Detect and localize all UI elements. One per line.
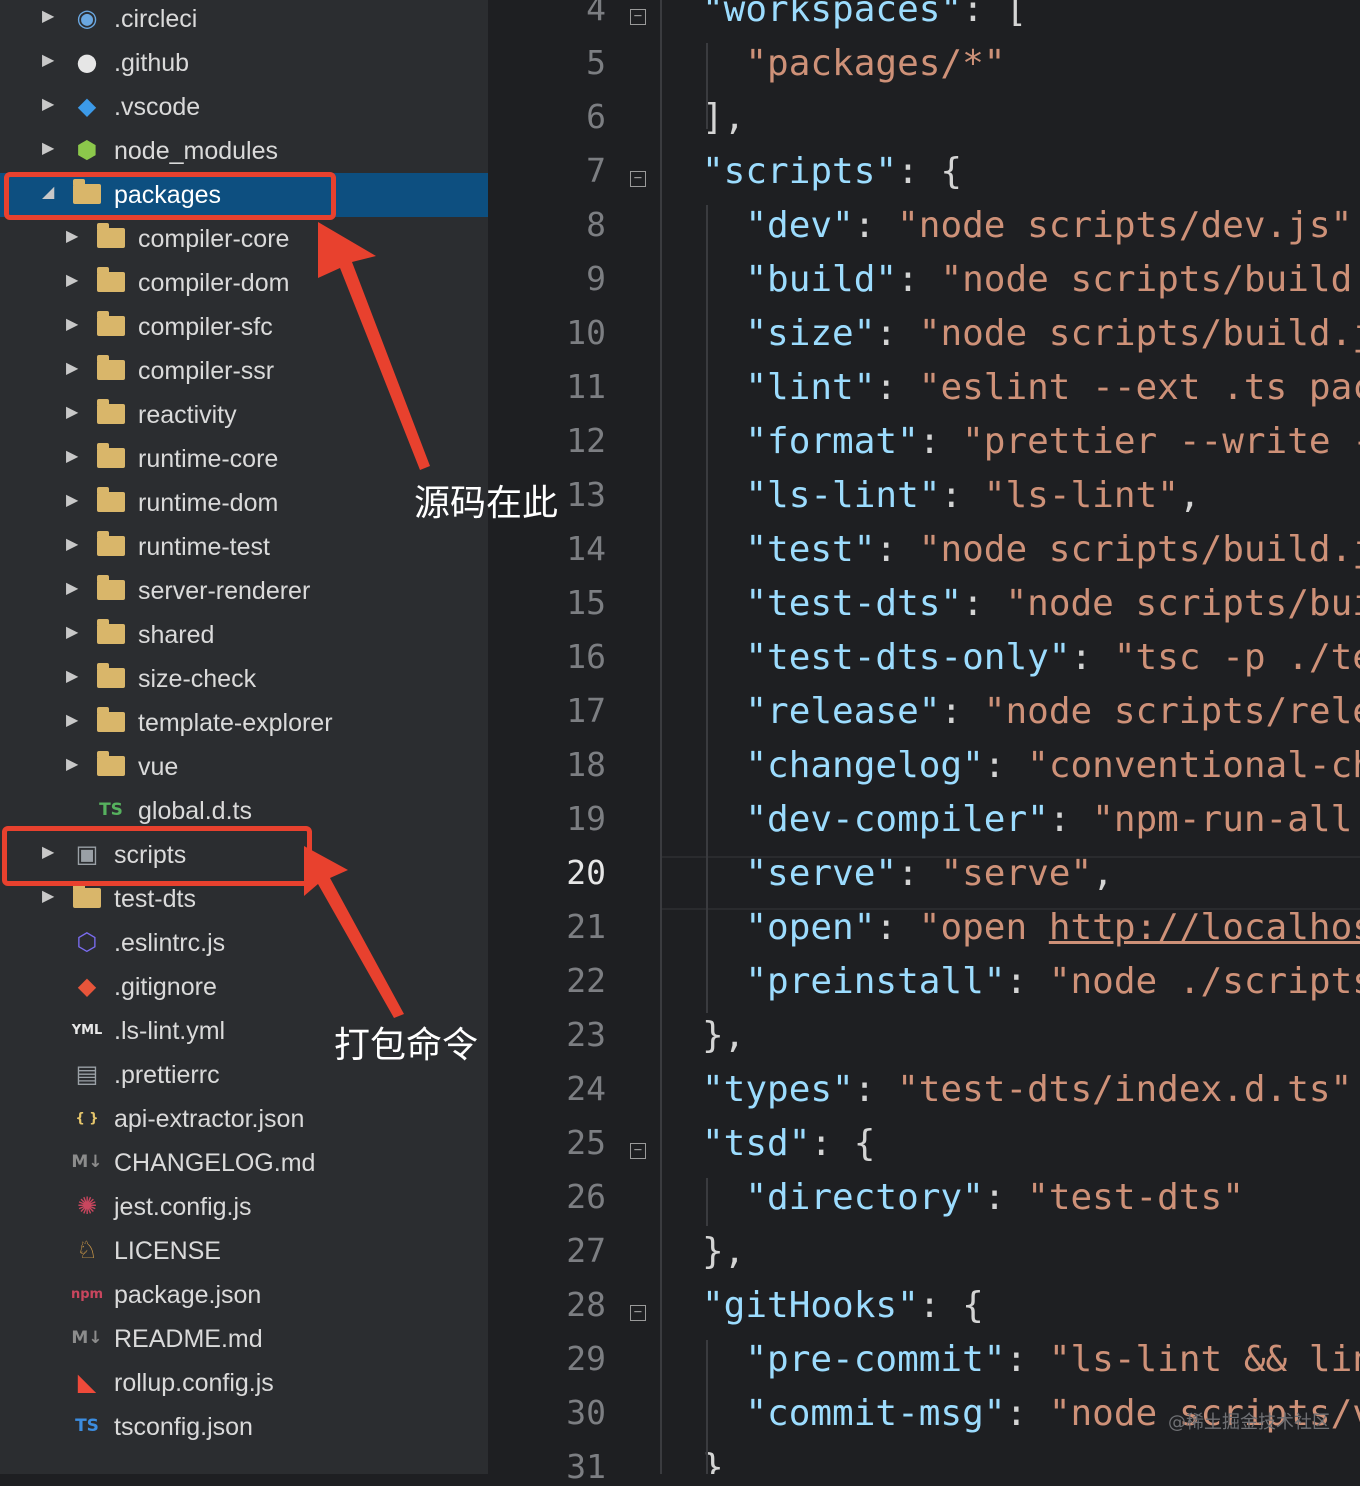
annotation-arrows <box>304 222 430 1018</box>
source-annotation: 源码在此 <box>414 483 559 524</box>
build-annotation: 打包命令 <box>334 1025 479 1066</box>
watermark: @稀土掘金技术社区 <box>1168 1412 1330 1433</box>
arrow-to-packages <box>318 222 430 470</box>
arrow-to-scripts <box>304 846 404 1018</box>
